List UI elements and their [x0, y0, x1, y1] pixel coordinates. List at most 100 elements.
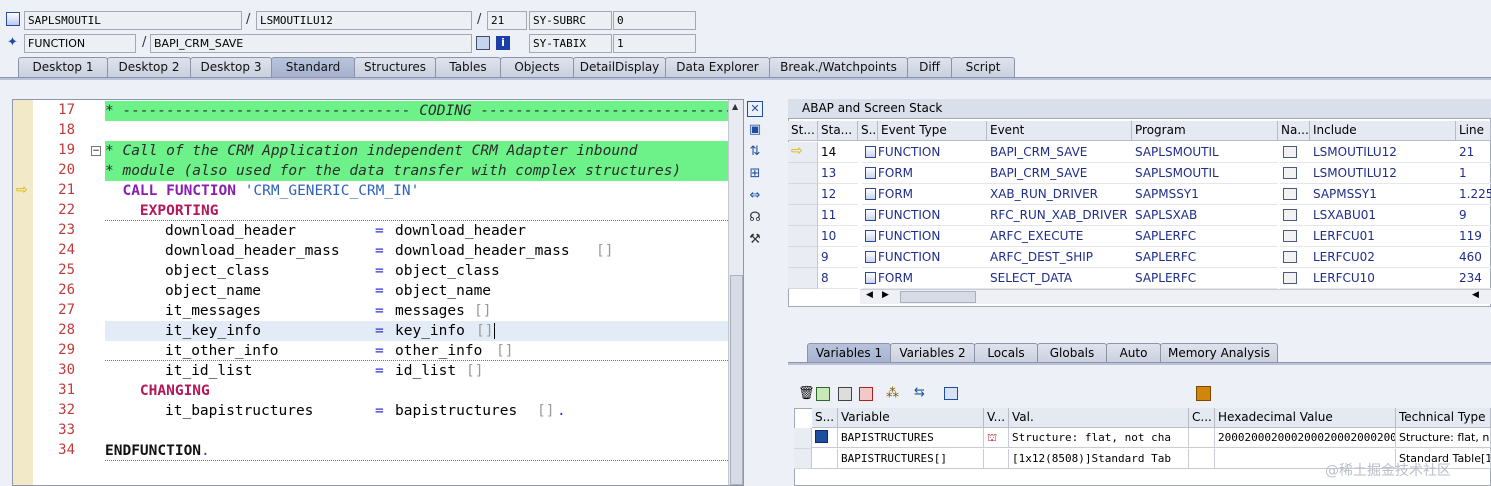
event: RFC_RUN_XAB_DRIVER [987, 205, 1132, 226]
scroll-left-icon[interactable]: ◀ [1472, 290, 1479, 300]
tab-globals[interactable]: Globals [1037, 343, 1107, 363]
navigate-cell[interactable] [1280, 184, 1310, 205]
row-selector[interactable] [788, 226, 818, 247]
info-icon[interactable]: i [496, 36, 510, 50]
column-header[interactable]: V... [984, 408, 1009, 428]
navigate-cell[interactable] [1280, 142, 1310, 163]
tab-variables-1[interactable]: Variables 1 [807, 343, 891, 363]
maximize-icon[interactable]: ⊞ [747, 166, 763, 182]
tab-structures[interactable]: Structures [354, 57, 436, 78]
event-field[interactable]: BAPI_CRM_SAVE [150, 34, 472, 53]
navigate-icon[interactable] [1283, 188, 1297, 200]
navigate-icon[interactable] [1283, 251, 1297, 263]
scroll-right-icon[interactable]: ▶ [882, 290, 889, 300]
event-type-field[interactable]: FUNCTION [24, 34, 136, 53]
edit-value-icon[interactable]: ⛫ [987, 431, 997, 444]
column-header[interactable]: Sta... [818, 121, 858, 141]
program-field[interactable]: SAPLSMOUTIL [24, 11, 242, 30]
save-icon[interactable] [1196, 386, 1211, 401]
column-header[interactable]: S... [812, 408, 838, 428]
variable-name[interactable]: BAPISTRUCTURES[] [838, 449, 984, 469]
tab-desktop-2[interactable]: Desktop 2 [107, 57, 191, 78]
navigate-icon[interactable] [1283, 146, 1297, 158]
column-header[interactable]: Hexadecimal Value [1215, 408, 1396, 428]
scrollbar-thumb[interactable] [730, 275, 743, 485]
column-header[interactable]: Event Type [878, 121, 987, 141]
navigate-cell[interactable] [1280, 205, 1310, 226]
display-icon[interactable] [476, 36, 490, 50]
row-selector[interactable] [788, 268, 818, 289]
hierarchy-icon[interactable]: ⁂ [886, 386, 899, 401]
scrollbar-thumb[interactable] [900, 291, 976, 303]
navigate-icon[interactable] [1283, 209, 1297, 221]
column-header[interactable]: Line [1456, 121, 1491, 141]
navigate-icon[interactable] [1283, 230, 1297, 242]
row-selector[interactable] [788, 205, 818, 226]
row-selector[interactable] [794, 449, 812, 469]
tab-breakpoints[interactable]: Break./Watchpoints [769, 57, 908, 78]
column-header[interactable]: Technical Type [1396, 408, 1491, 428]
navigate-cell[interactable] [1280, 226, 1310, 247]
include-field[interactable]: LSMOUTILU12 [256, 11, 472, 30]
column-header[interactable]: Val. [1009, 408, 1189, 428]
tab-locals[interactable]: Locals [974, 343, 1038, 363]
column-header[interactable]: Include [1310, 121, 1456, 141]
append-icon[interactable] [838, 387, 852, 401]
navigate-icon[interactable] [1283, 167, 1297, 179]
breakpoint-gutter[interactable] [13, 100, 33, 485]
tab-detaildisplay[interactable]: DetailDisplay [573, 57, 666, 78]
line-field[interactable]: 21 [487, 11, 527, 30]
new-tool-icon[interactable]: ▣ [747, 122, 763, 138]
row-selector[interactable] [794, 428, 812, 449]
row-selector[interactable] [788, 163, 818, 184]
editor-scrollbar[interactable]: ▲ [728, 100, 743, 485]
column-header[interactable]: C... [1189, 408, 1215, 428]
column-header[interactable]: Event [987, 121, 1132, 141]
navigate-cell[interactable] [1280, 163, 1310, 184]
row-selector[interactable] [788, 247, 818, 268]
tab-auto[interactable]: Auto [1106, 343, 1161, 363]
column-header[interactable]: S... [858, 121, 878, 141]
structure-icon [815, 430, 828, 443]
tab-desktop-1[interactable]: Desktop 1 [18, 57, 108, 78]
sy-tabix-value[interactable]: 1 [613, 34, 696, 53]
tab-memory-analysis[interactable]: Memory Analysis [1160, 343, 1278, 363]
tab-variables-2[interactable]: Variables 2 [890, 343, 975, 363]
scroll-left-icon[interactable]: ◀ [866, 290, 873, 300]
swap-tool-icon[interactable]: ⇅ [747, 144, 763, 160]
event-type-icon [865, 188, 876, 200]
delete-icon[interactable]: 🗑 [798, 386, 815, 401]
value-edit-cell[interactable]: ⛫ [984, 428, 1009, 448]
resize-horizontal-icon[interactable]: ⇔ [747, 188, 763, 204]
tab-desktop-3[interactable]: Desktop 3 [190, 57, 272, 78]
column-header[interactable]: St... [788, 121, 818, 141]
detail-icon[interactable] [944, 387, 958, 400]
close-icon[interactable]: ✕ [747, 101, 763, 117]
variable-name[interactable]: BAPISTRUCTURES [838, 428, 984, 448]
headset-icon[interactable]: ☊ [747, 210, 763, 226]
tool-settings-icon[interactable]: ⚒ [747, 232, 763, 248]
tab-script[interactable]: Script [951, 57, 1015, 78]
row-selector[interactable] [788, 184, 818, 205]
stack-hscrollbar[interactable]: ◀ ▶ ◀ [860, 289, 1491, 304]
navigate-icon[interactable]: ⇆ [914, 385, 925, 400]
column-header[interactable]: Na... [1278, 121, 1310, 141]
source-editor[interactable]: ⇨ 17 18 19 20 21 22 23 24 25 26 27 28 29… [12, 99, 744, 486]
tab-diff[interactable]: Diff [907, 57, 952, 78]
tab-tables[interactable]: Tables [435, 57, 501, 78]
navigate-icon[interactable] [1283, 272, 1297, 284]
column-header[interactable]: Program [1132, 121, 1278, 141]
sy-subrc-value[interactable]: 0 [613, 11, 696, 30]
collapse-toggle-icon[interactable]: − [91, 146, 101, 156]
insert-icon[interactable] [816, 387, 830, 401]
value-edit-cell[interactable] [984, 449, 1009, 469]
remove-icon[interactable] [859, 387, 873, 401]
code-area[interactable]: * --------------------------------- CODI… [105, 100, 728, 485]
navigate-cell[interactable] [1280, 247, 1310, 268]
tab-objects[interactable]: Objects [500, 57, 574, 78]
column-header[interactable]: Variable [838, 408, 984, 428]
navigate-cell[interactable] [1280, 268, 1310, 289]
tab-data-explorer[interactable]: Data Explorer [665, 57, 770, 78]
tab-standard[interactable]: Standard [271, 57, 355, 78]
scroll-up-icon[interactable]: ▲ [732, 102, 738, 111]
